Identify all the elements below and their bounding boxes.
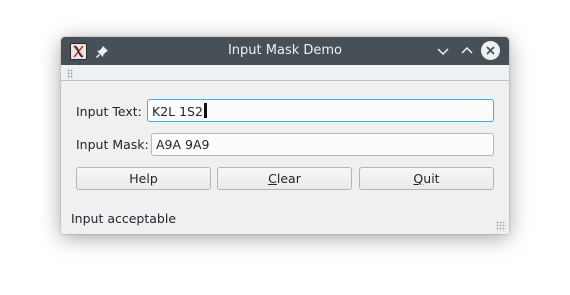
minimize-icon[interactable] — [434, 42, 452, 60]
input-text-label: Input Text: — [76, 104, 142, 119]
clear-label-rest: lear — [276, 171, 301, 186]
maximize-icon[interactable] — [458, 42, 476, 60]
status-message: Input acceptable — [71, 211, 177, 226]
input-mask-field[interactable]: A9A 9A9 — [151, 133, 494, 156]
quit-mnemonic: Q — [413, 171, 424, 186]
size-grip-icon[interactable] — [496, 221, 506, 231]
title-bar[interactable]: Input Mask Demo — [61, 37, 509, 65]
close-icon[interactable] — [481, 41, 500, 60]
main-window: Input Mask Demo Input Text: K2L 1S2 Inpu… — [61, 37, 509, 234]
toolbar-grip-icon[interactable] — [67, 69, 73, 79]
input-text-field[interactable]: K2L 1S2 — [147, 99, 494, 122]
clear-mnemonic: C — [268, 171, 277, 186]
clear-button[interactable]: Clear — [217, 167, 352, 190]
help-button[interactable]: Help — [76, 167, 211, 190]
input-text-value: K2L 1S2 — [152, 104, 203, 119]
text-caret — [203, 103, 207, 118]
input-mask-label: Input Mask: — [76, 137, 149, 152]
quit-button[interactable]: Quit — [359, 167, 494, 190]
toolbar-area — [61, 65, 509, 81]
input-mask-value: A9A 9A9 — [156, 137, 210, 152]
quit-label-rest: uit — [423, 171, 440, 186]
